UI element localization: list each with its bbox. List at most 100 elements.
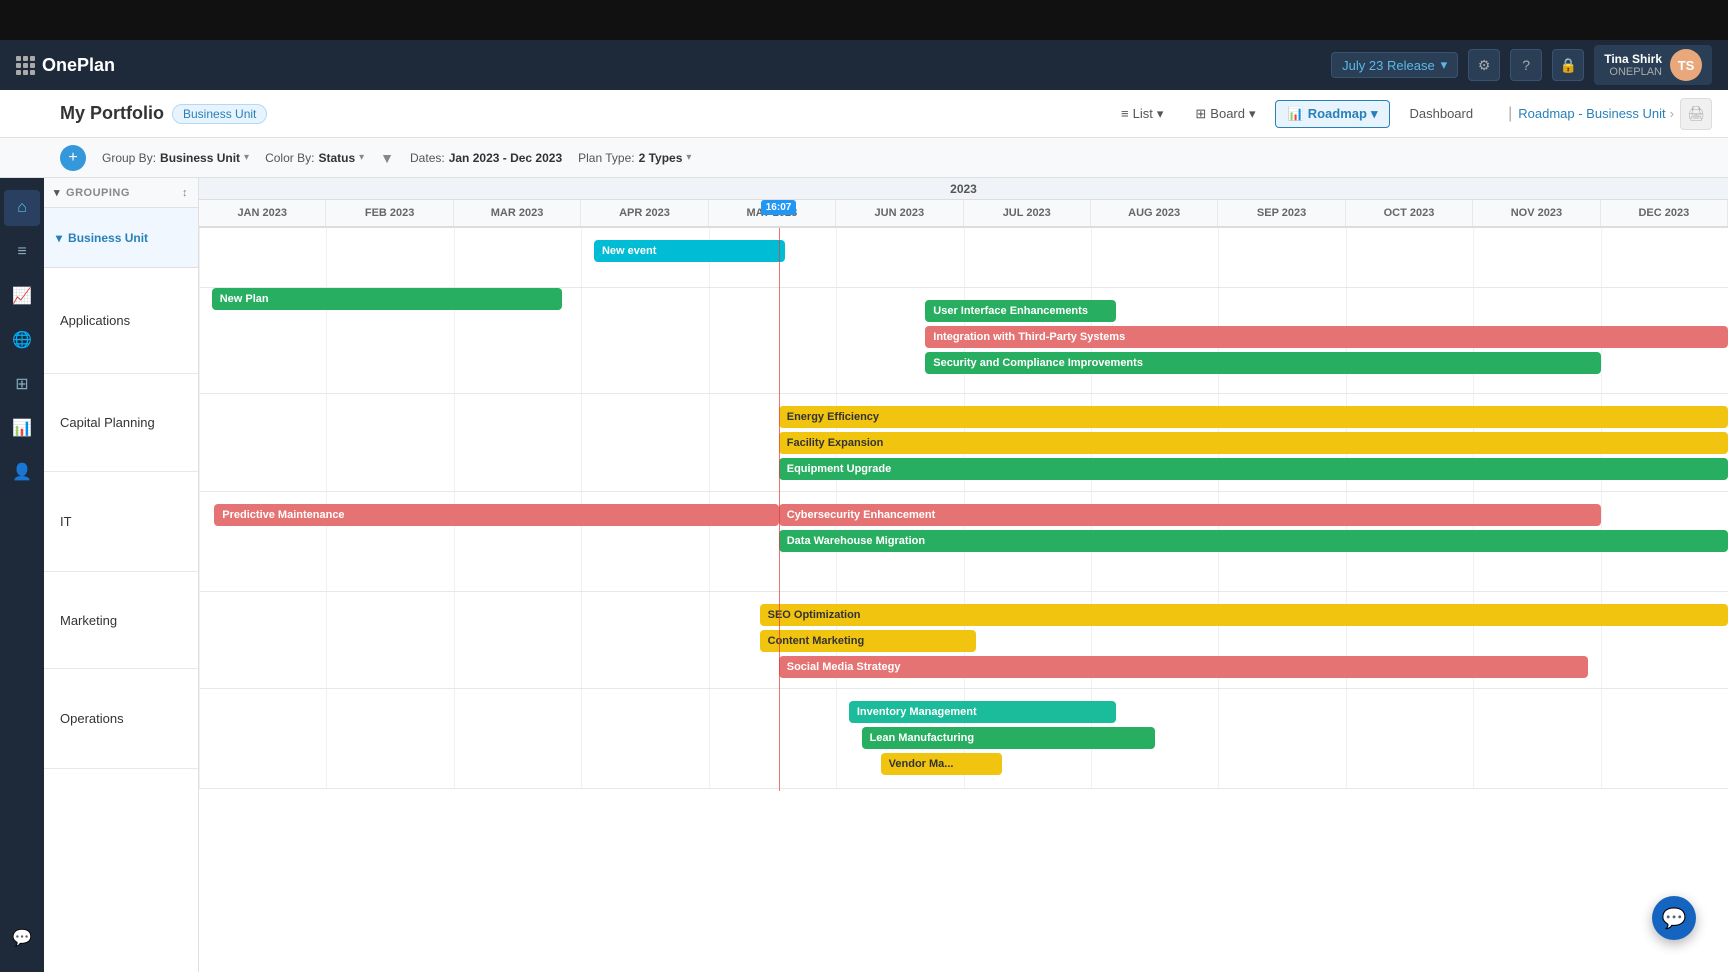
group-marketing[interactable]: Marketing xyxy=(44,572,198,669)
roadmap-business-unit-link[interactable]: Roadmap - Business Unit › xyxy=(1518,106,1674,121)
grid-line-1 xyxy=(326,592,327,688)
sort-icon[interactable]: ↕ xyxy=(182,187,188,199)
sidebar-chart-icon[interactable]: 📈 xyxy=(4,278,40,314)
month-header-9: OCT 2023 xyxy=(1346,200,1473,226)
sidebar-message-icon[interactable]: 💬 xyxy=(4,920,40,956)
app-logo: OnePlan xyxy=(16,55,1319,76)
release-chevron-icon: ▾ xyxy=(1441,57,1448,73)
bar-label-predictiveMaintenance: Predictive Maintenance xyxy=(222,509,344,521)
chat-fab-icon: 💬 xyxy=(1662,906,1687,931)
plan-type-control[interactable]: Plan Type: 2 Types ▾ xyxy=(578,151,691,165)
bar-label-equipmentUpgrade: Equipment Upgrade xyxy=(787,463,892,475)
lock-button[interactable]: 🔒 xyxy=(1552,49,1584,81)
grid-line-4 xyxy=(709,689,710,788)
grid-line-2 xyxy=(454,394,455,491)
group-label-applications: Applications xyxy=(60,313,130,328)
bar-equipmentUpgrade[interactable]: Equipment Upgrade xyxy=(779,458,1728,480)
bar-inventoryMgmt[interactable]: Inventory Management xyxy=(849,701,1117,723)
group-operations[interactable]: Operations xyxy=(44,669,198,769)
grid-line-11 xyxy=(1601,228,1602,287)
bar-seoOptimization[interactable]: SEO Optimization xyxy=(760,604,1728,626)
group-by-arrow-icon: ▾ xyxy=(244,152,249,163)
bar-cybersecurity[interactable]: Cybersecurity Enhancement xyxy=(779,504,1601,526)
group-label-capital-planning: Capital Planning xyxy=(60,415,155,430)
grid-line-10 xyxy=(1473,689,1474,788)
grid-line-8 xyxy=(1218,228,1219,287)
color-by-control[interactable]: Color By: Status ▾ xyxy=(265,151,364,165)
gantt-row-capital-planning: Energy Efficiency Facility Expansion Equip… xyxy=(199,394,1728,492)
collapse-business-unit-icon: ▾ xyxy=(56,231,62,245)
gantt-row-it: Predictive Maintenance Cybersecurity Enha… xyxy=(199,492,1728,592)
release-dropdown[interactable]: July 23 Release ▾ xyxy=(1331,52,1458,78)
top-bar xyxy=(0,0,1728,40)
month-headers: JAN 2023FEB 2023MAR 2023APR 2023MAY 2023… xyxy=(199,200,1728,228)
collapse-icon[interactable]: ▾ xyxy=(54,186,60,199)
bar-facilityExpansion[interactable]: Facility Expansion xyxy=(779,432,1728,454)
dates-value: Jan 2023 - Dec 2023 xyxy=(449,151,562,165)
fab-button[interactable]: 💬 xyxy=(1652,896,1696,940)
bar-leanManufacturing[interactable]: Lean Manufacturing xyxy=(862,727,1155,749)
group-it[interactable]: IT xyxy=(44,472,198,572)
bar-label-integration: Integration with Third-Party Systems xyxy=(933,331,1125,343)
bar-label-dataWarehouse: Data Warehouse Migration xyxy=(787,535,925,547)
settings-button[interactable]: ⚙ xyxy=(1468,49,1500,81)
filter-icon[interactable]: ▼ xyxy=(380,150,394,166)
board-chevron-icon: ▾ xyxy=(1249,106,1256,122)
plan-type-label: Plan Type: xyxy=(578,151,634,165)
bar-newPlan[interactable]: New Plan xyxy=(212,288,562,310)
help-button[interactable]: ? xyxy=(1510,49,1542,81)
plan-type-value: 2 Types xyxy=(639,151,683,165)
list-view-btn[interactable]: ≡ List ▾ xyxy=(1108,100,1176,128)
grid-line-3 xyxy=(581,592,582,688)
grouping-header: ▾ GROUPING ↕ xyxy=(44,178,198,208)
board-view-btn[interactable]: ⊞ Board ▾ xyxy=(1182,100,1268,128)
color-by-value: Status xyxy=(318,151,355,165)
bar-security[interactable]: Security and Compliance Improvements xyxy=(925,352,1600,374)
bar-uiEnhancements[interactable]: User Interface Enhancements xyxy=(925,300,1116,322)
year-header: 2023 xyxy=(199,178,1728,200)
bar-dataWarehouse[interactable]: Data Warehouse Migration xyxy=(779,530,1728,552)
roadmap-chevron-icon: ▾ xyxy=(1371,106,1378,122)
sidebar-globe-icon[interactable]: 🌐 xyxy=(4,322,40,358)
group-applications[interactable]: Applications xyxy=(44,268,198,374)
month-header-3: APR 2023 xyxy=(581,200,708,226)
group-capital-planning[interactable]: Capital Planning xyxy=(44,374,198,472)
release-label: July 23 Release xyxy=(1342,58,1435,73)
sidebar-puzzle-icon[interactable]: ⊞ xyxy=(4,366,40,402)
dashboard-view-btn[interactable]: Dashboard xyxy=(1396,100,1486,127)
gantt-row-operations: Inventory Management Lean Manufacturing Ve… xyxy=(199,689,1728,789)
grid-line-7 xyxy=(1091,228,1092,287)
bar-label-vendorMgmt: Vendor Ma... xyxy=(889,758,954,770)
grid-line-9 xyxy=(1346,228,1347,287)
bar-newEvent[interactable]: New event xyxy=(594,240,785,262)
group-by-control[interactable]: Group By: Business Unit ▾ xyxy=(102,151,249,165)
user-name: Tina Shirk xyxy=(1604,52,1662,66)
bar-label-contentMarketing: Content Marketing xyxy=(768,635,865,647)
sidebar-user-icon[interactable]: 👤 xyxy=(4,454,40,490)
bar-predictiveMaintenance[interactable]: Predictive Maintenance xyxy=(214,504,778,526)
roadmap-view-btn[interactable]: 📊 Roadmap ▾ xyxy=(1275,100,1391,128)
roadmap-icon: 📊 xyxy=(1288,106,1304,122)
sidebar-home-icon[interactable]: ⌂ xyxy=(4,190,40,226)
bar-energyEfficiency[interactable]: Energy Efficiency xyxy=(779,406,1728,428)
month-header-11: DEC 2023 xyxy=(1601,200,1728,226)
bar-contentMarketing[interactable]: Content Marketing xyxy=(760,630,977,652)
grid-line-2 xyxy=(454,592,455,688)
user-menu[interactable]: Tina Shirk ONEPLAN TS xyxy=(1594,45,1712,85)
grid-line-2 xyxy=(454,689,455,788)
dates-control[interactable]: Dates: Jan 2023 - Dec 2023 xyxy=(410,151,562,165)
bar-socialMedia[interactable]: Social Media Strategy xyxy=(779,656,1588,678)
month-header-7: AUG 2023 xyxy=(1091,200,1218,226)
print-button[interactable]: 🖨 xyxy=(1680,98,1712,130)
bar-integration[interactable]: Integration with Third-Party Systems xyxy=(925,326,1728,348)
group-business-unit[interactable]: ▾ Business Unit xyxy=(44,208,198,268)
grid-line-1 xyxy=(326,394,327,491)
bar-vendorMgmt[interactable]: Vendor Ma... xyxy=(881,753,1002,775)
sidebar-list-icon[interactable]: ≡ xyxy=(4,234,40,270)
grid-line-0 xyxy=(199,592,200,688)
year-label: 2023 xyxy=(950,182,977,196)
add-button[interactable]: + xyxy=(60,145,86,171)
sidebar-analytics-icon[interactable]: 📊 xyxy=(4,410,40,446)
grid-line-0 xyxy=(199,492,200,591)
grid-line-1 xyxy=(326,228,327,287)
